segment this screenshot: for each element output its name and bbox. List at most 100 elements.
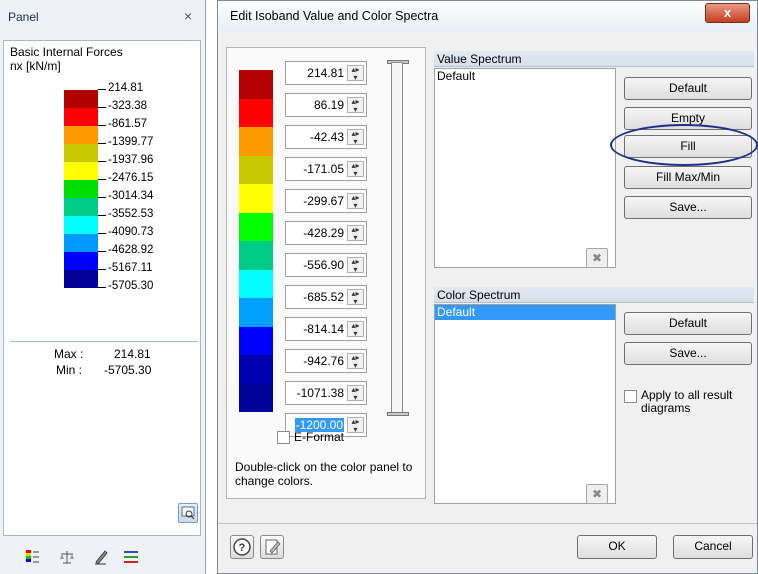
value-text: -942.76 [303, 354, 344, 368]
panel-unit: nx [kN/m] [10, 59, 61, 73]
spectrum-color-cell[interactable] [239, 269, 273, 298]
legend-color-segment[interactable] [64, 144, 98, 162]
value-text: -1071.38 [296, 386, 344, 400]
legend-color-segment[interactable] [64, 234, 98, 252]
panel-close-icon[interactable]: × [184, 8, 192, 24]
legend-color-segment[interactable] [64, 198, 98, 216]
min-label: Min : [56, 363, 83, 377]
value-fill-maxmin-button[interactable]: Fill Max/Min [624, 166, 752, 189]
delete-color-spectrum-icon[interactable]: ✖ [586, 484, 608, 504]
value-input[interactable]: -428.29 ▴▸ ▾ [285, 221, 367, 245]
panel-title: Panel [8, 10, 39, 24]
edit-button[interactable] [260, 535, 284, 559]
list-item[interactable]: Default [435, 69, 615, 84]
divider [218, 523, 757, 524]
apply-all-checkbox-row[interactable]: Apply to all result diagrams [624, 389, 754, 415]
balance-icon[interactable] [58, 548, 76, 566]
spinner-icon[interactable]: ▴▸ ▾ [347, 257, 364, 274]
list-item[interactable]: Default [435, 305, 615, 320]
spinner-icon[interactable]: ▴▸ ▾ [347, 289, 364, 306]
legend-tick [98, 143, 106, 144]
legend-value: -1399.77 [108, 136, 154, 148]
spinner-icon[interactable]: ▴▸ ▾ [347, 161, 364, 178]
slider-bottom-handle[interactable] [387, 412, 409, 416]
value-text: 214.81 [307, 66, 344, 80]
legend-value: -2476.15 [108, 172, 154, 184]
value-input[interactable]: -685.52 ▴▸ ▾ [285, 285, 367, 309]
color-save-button[interactable]: Save... [624, 342, 752, 365]
legend-color-segment[interactable] [64, 180, 98, 198]
delete-value-spectrum-icon[interactable]: ✖ [586, 248, 608, 268]
spinner-icon[interactable]: ▴▸ ▾ [347, 321, 364, 338]
legend-color-segment[interactable] [64, 252, 98, 270]
legend-panel: Basic Internal Forces nx [kN/m] 214.81 -3… [3, 40, 201, 536]
zoom-button[interactable] [178, 503, 198, 523]
value-input[interactable]: -556.90 ▴▸ ▾ [285, 253, 367, 277]
spinner-icon[interactable]: ▴▸ ▾ [347, 65, 364, 82]
value-input[interactable]: -942.76 ▴▸ ▾ [285, 349, 367, 373]
legend-color-segment[interactable] [64, 270, 98, 288]
divider [10, 341, 198, 342]
value-input[interactable]: -42.43 ▴▸ ▾ [285, 125, 367, 149]
spinner-icon[interactable]: ▴▸ ▾ [347, 129, 364, 146]
color-scale-icon[interactable] [24, 548, 42, 566]
color-default-button[interactable]: Default [624, 312, 752, 335]
value-input[interactable]: -814.14 ▴▸ ▾ [285, 317, 367, 341]
value-save-button[interactable]: Save... [624, 196, 752, 219]
help-button[interactable]: ? [230, 535, 254, 559]
min-value: -5705.30 [104, 363, 152, 377]
help-icon: ? [233, 538, 251, 556]
spectrum-color-cell[interactable] [239, 155, 273, 184]
ok-button[interactable]: OK [577, 535, 657, 559]
legend-tick [98, 161, 106, 162]
legend-color-segment[interactable] [64, 216, 98, 234]
spectrum-color-cell[interactable] [239, 326, 273, 355]
spectrum-color-cell[interactable] [239, 383, 273, 412]
spinner-icon[interactable]: ▴▸ ▾ [347, 97, 364, 114]
color-panel[interactable] [239, 70, 273, 412]
legend-tick [98, 287, 106, 288]
legend-tick [98, 107, 106, 108]
color-spectrum-list[interactable]: Default [434, 304, 616, 504]
value-text: 86.19 [313, 98, 344, 112]
legend-color-bar[interactable] [64, 90, 98, 306]
value-input[interactable]: -299.67 ▴▸ ▾ [285, 189, 367, 213]
legend-color-segment[interactable] [64, 162, 98, 180]
value-input[interactable]: -1071.38 ▴▸ ▾ [285, 381, 367, 405]
apply-all-checkbox[interactable] [624, 390, 637, 403]
lines-icon[interactable] [122, 548, 140, 566]
value-text: -428.29 [303, 226, 344, 240]
spectrum-color-cell[interactable] [239, 298, 273, 327]
value-input[interactable]: -171.05 ▴▸ ▾ [285, 157, 367, 181]
value-slider[interactable] [391, 62, 403, 416]
value-input[interactable]: 86.19 ▴▸ ▾ [285, 93, 367, 117]
value-text: -299.67 [303, 194, 344, 208]
spinner-icon[interactable]: ▴▸ ▾ [347, 353, 364, 370]
cancel-button[interactable]: Cancel [673, 535, 753, 559]
spectrum-color-cell[interactable] [239, 241, 273, 270]
dialog-titlebar: Edit Isoband Value and Color Spectra x [218, 1, 757, 31]
spectrum-color-cell[interactable] [239, 98, 273, 127]
spectrum-color-cell[interactable] [239, 70, 273, 99]
legend-tick [98, 233, 106, 234]
dialog-close-button[interactable]: x [705, 3, 750, 23]
legend-value: 214.81 [108, 82, 144, 94]
spectrum-color-cell[interactable] [239, 184, 273, 213]
legend-color-segment[interactable] [64, 90, 98, 108]
spectrum-color-cell[interactable] [239, 212, 273, 241]
value-spectrum-list[interactable]: Default [434, 68, 616, 268]
spectrum-color-cell[interactable] [239, 355, 273, 384]
spectrum-color-cell[interactable] [239, 127, 273, 156]
eformat-checkbox-row[interactable]: E-Format [277, 430, 344, 445]
spinner-icon[interactable]: ▴▸ ▾ [347, 225, 364, 242]
legend-color-segment[interactable] [64, 108, 98, 126]
value-input[interactable]: 214.81 ▴▸ ▾ [285, 61, 367, 85]
value-default-button[interactable]: Default [624, 77, 752, 100]
eformat-checkbox[interactable] [277, 431, 290, 445]
legend-color-segment[interactable] [64, 126, 98, 144]
svg-text:?: ? [239, 542, 246, 554]
spinner-icon[interactable]: ▴▸ ▾ [347, 385, 364, 402]
edit-pen-icon[interactable] [92, 548, 110, 566]
spinner-icon[interactable]: ▴▸ ▾ [347, 417, 364, 434]
spinner-icon[interactable]: ▴▸ ▾ [347, 193, 364, 210]
